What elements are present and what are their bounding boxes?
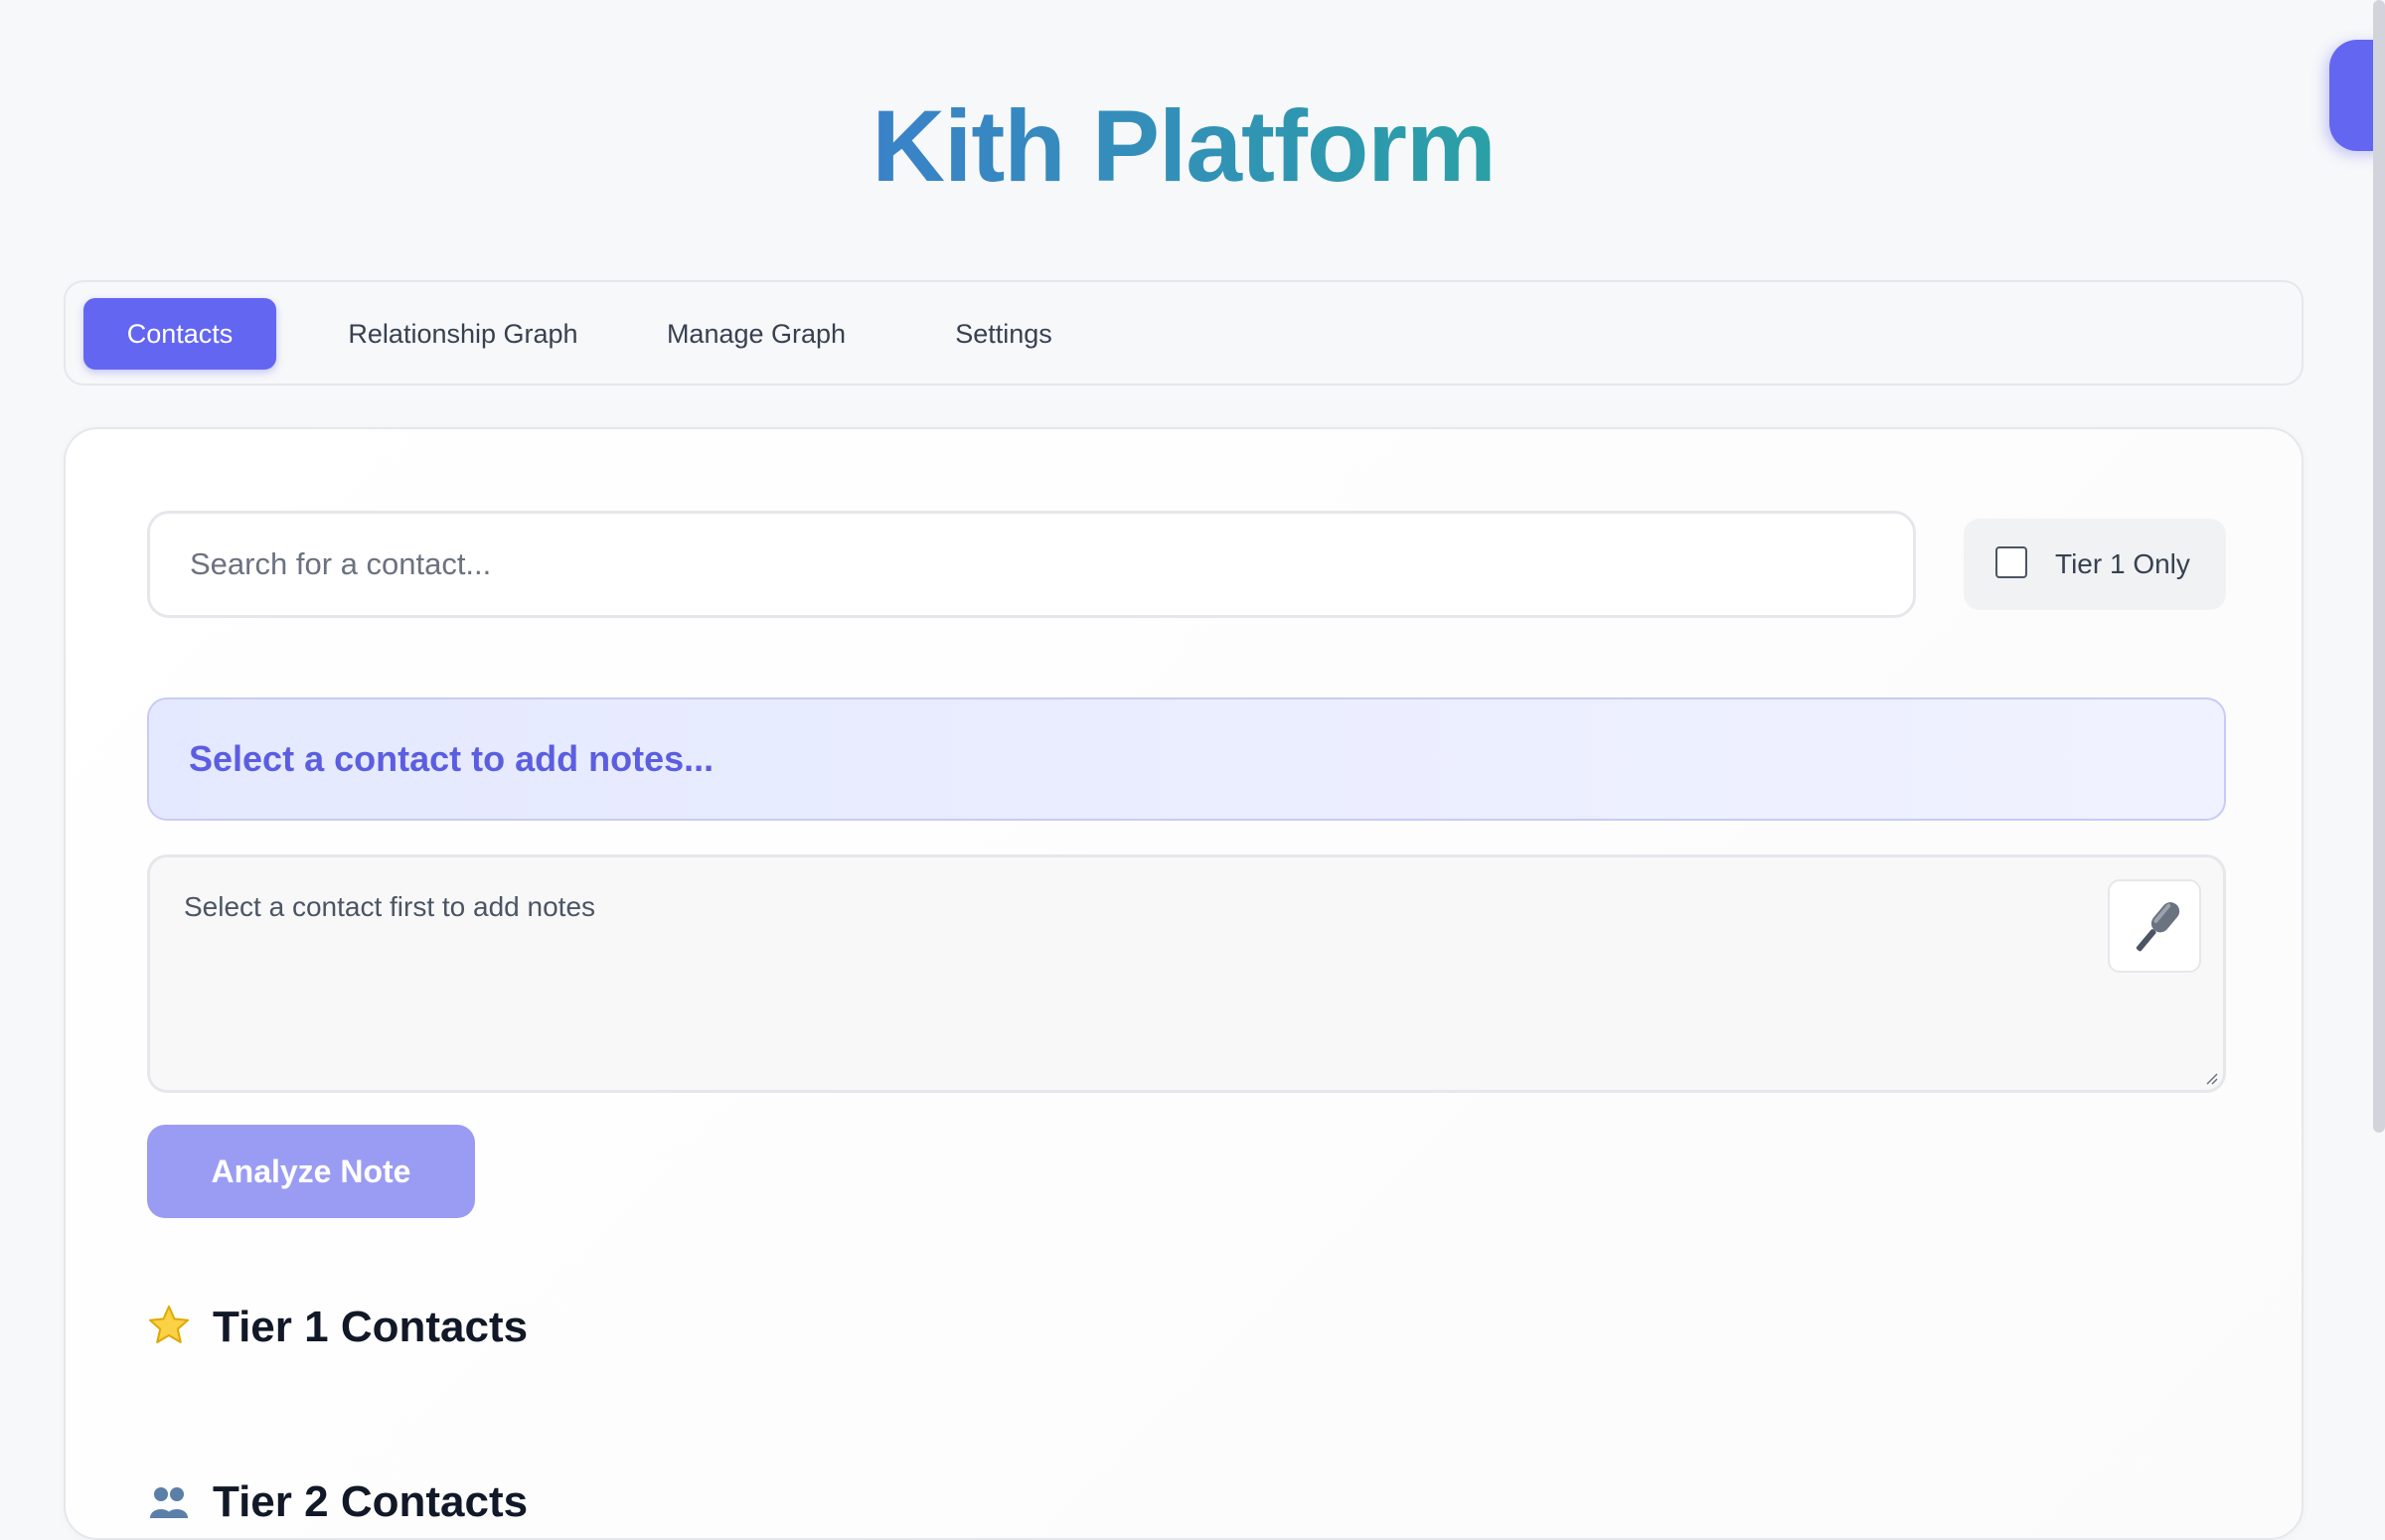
tab-bar: Contacts Relationship Graph Manage Graph… [64,280,2304,385]
notes-placeholder: Select a contact first to add notes [184,891,596,922]
tier1-filter-label: Tier 1 Only [2055,548,2190,579]
resize-handle-icon[interactable] [2203,1070,2219,1086]
tier1-checkbox[interactable] [1995,546,2027,578]
microphone-icon [2136,902,2180,952]
tier1-section-heading: Tier 1 Contacts [147,1298,528,1357]
star-icon [149,1306,189,1344]
selected-contact-banner: Select a contact to add notes... [147,697,2226,821]
tier1-filter-toggle[interactable]: Tier 1 Only [1964,519,2226,610]
app-title: Kith Platform [872,81,1496,211]
tier1-heading-text: Tier 1 Contacts [213,1303,529,1351]
notes-textarea[interactable]: Select a contact first to add notes [147,854,2226,1093]
tab-settings[interactable]: Settings [924,298,1083,370]
selected-contact-text: Select a contact to add notes... [189,738,715,779]
tab-relationship-graph[interactable]: Relationship Graph [336,298,590,370]
tab-manage-graph[interactable]: Manage Graph [648,298,865,370]
page-scrollbar[interactable] [2373,0,2385,1133]
tier2-section-heading: Tier 2 Contacts [147,1472,528,1532]
people-icon [150,1487,188,1519]
tier2-heading-text: Tier 2 Contacts [213,1477,529,1526]
contacts-panel: Tier 1 Only Select a contact to add note… [64,427,2304,1540]
analyze-note-button[interactable]: Analyze Note [147,1125,475,1218]
voice-input-button[interactable] [2108,879,2201,973]
search-input[interactable] [147,511,1916,618]
tab-contacts[interactable]: Contacts [83,298,276,370]
